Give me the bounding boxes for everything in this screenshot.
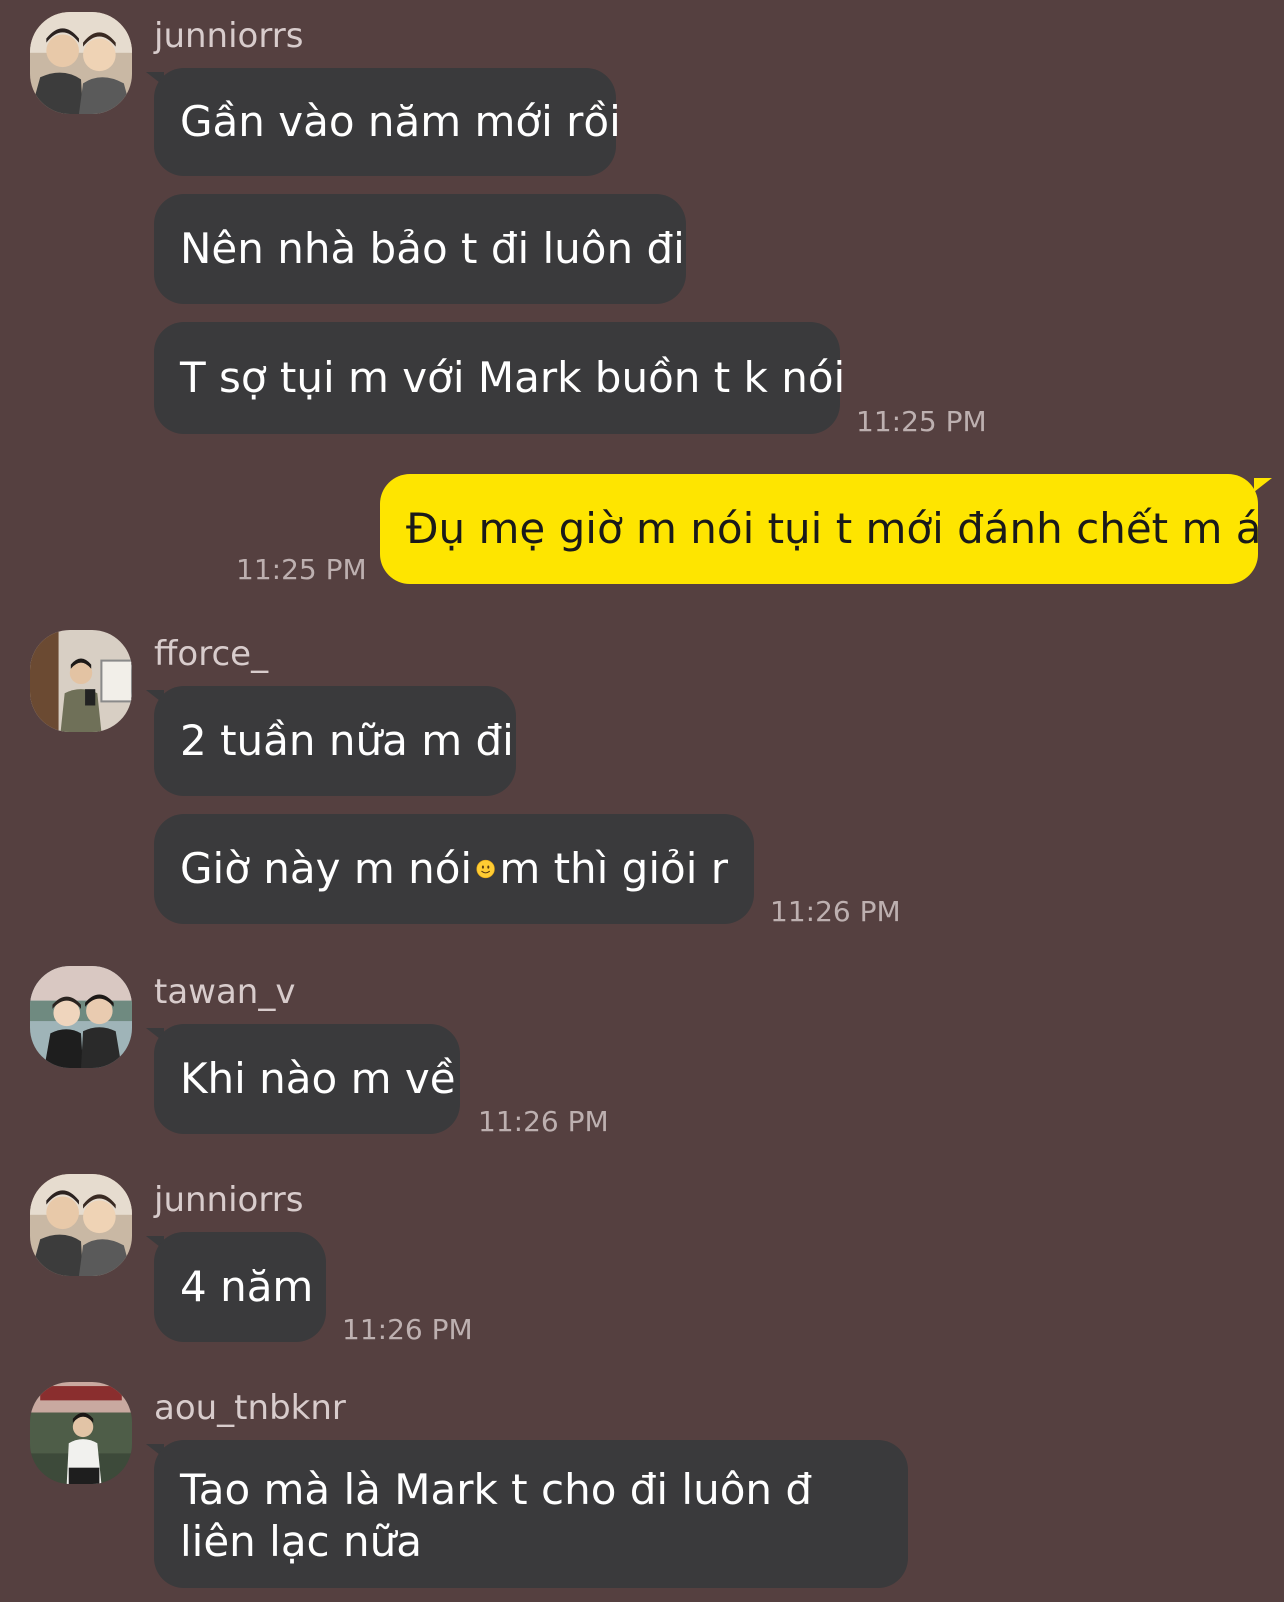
sender-name: aou_tnbknr: [154, 1388, 346, 1428]
profile-photo-icon: [30, 1382, 132, 1484]
profile-photo-icon: [30, 1174, 132, 1276]
slightly-smiling-face-icon: [476, 844, 495, 894]
sender-name: junniorrs: [154, 1180, 304, 1220]
bubble-tail: [1254, 478, 1272, 492]
sender-name: tawan_v: [154, 972, 296, 1012]
message-timestamp: 11:26 PM: [770, 895, 901, 928]
profile-photo-icon: [30, 12, 132, 114]
message-text: Gần vào năm mới rồi: [180, 97, 621, 146]
sender-name: junniorrs: [154, 16, 304, 56]
message-bubble[interactable]: Khi nào m về: [154, 1024, 460, 1134]
message-bubble[interactable]: 4 năm: [154, 1232, 326, 1342]
profile-photo-icon: [30, 966, 132, 1068]
sender-name: fforce_: [154, 634, 269, 674]
message-text: Khi nào m về: [180, 1054, 456, 1103]
message-timestamp: 11:25 PM: [856, 405, 987, 438]
message-timestamp: 11:26 PM: [342, 1313, 473, 1346]
message-text: 2 tuần nữa m đi: [180, 716, 514, 765]
avatar-aou-tnbknr[interactable]: [30, 1382, 132, 1484]
avatar-junniorrs[interactable]: [30, 12, 132, 114]
message-timestamp: 11:25 PM: [236, 553, 367, 586]
message-text: Đụ mẹ giờ m nói tụi t mới đánh chết m á: [406, 504, 1262, 553]
message-timestamp: 11:26 PM: [478, 1105, 609, 1138]
avatar-junniorrs[interactable]: [30, 1174, 132, 1276]
message-text: Nên nhà bảo t đi luôn đi: [180, 224, 685, 273]
message-bubble[interactable]: Tao mà là Mark t cho đi luôn đ liên lạc …: [154, 1440, 908, 1588]
message-text: Tao mà là Mark t cho đi luôn đ liên lạc …: [180, 1465, 813, 1566]
message-text: 4 năm: [180, 1262, 314, 1311]
message-bubble[interactable]: Nên nhà bảo t đi luôn đi: [154, 194, 686, 304]
message-text-part: m thì giỏi r: [499, 844, 728, 893]
avatar-fforce[interactable]: [30, 630, 132, 732]
my-message-bubble[interactable]: Đụ mẹ giờ m nói tụi t mới đánh chết m á: [380, 474, 1262, 584]
avatar-tawan-v[interactable]: [30, 966, 132, 1068]
message-bubble[interactable]: Giờ này m nói m thì giỏi r: [154, 814, 754, 924]
message-bubble[interactable]: T sợ tụi m với Mark buồn t k nói: [154, 322, 845, 434]
message-text-part: Giờ này m nói: [180, 844, 473, 893]
profile-photo-icon: [30, 630, 132, 732]
message-text: T sợ tụi m với Mark buồn t k nói: [180, 353, 846, 402]
message-bubble[interactable]: Gần vào năm mới rồi: [154, 68, 621, 176]
message-bubble[interactable]: 2 tuần nữa m đi: [154, 686, 516, 796]
